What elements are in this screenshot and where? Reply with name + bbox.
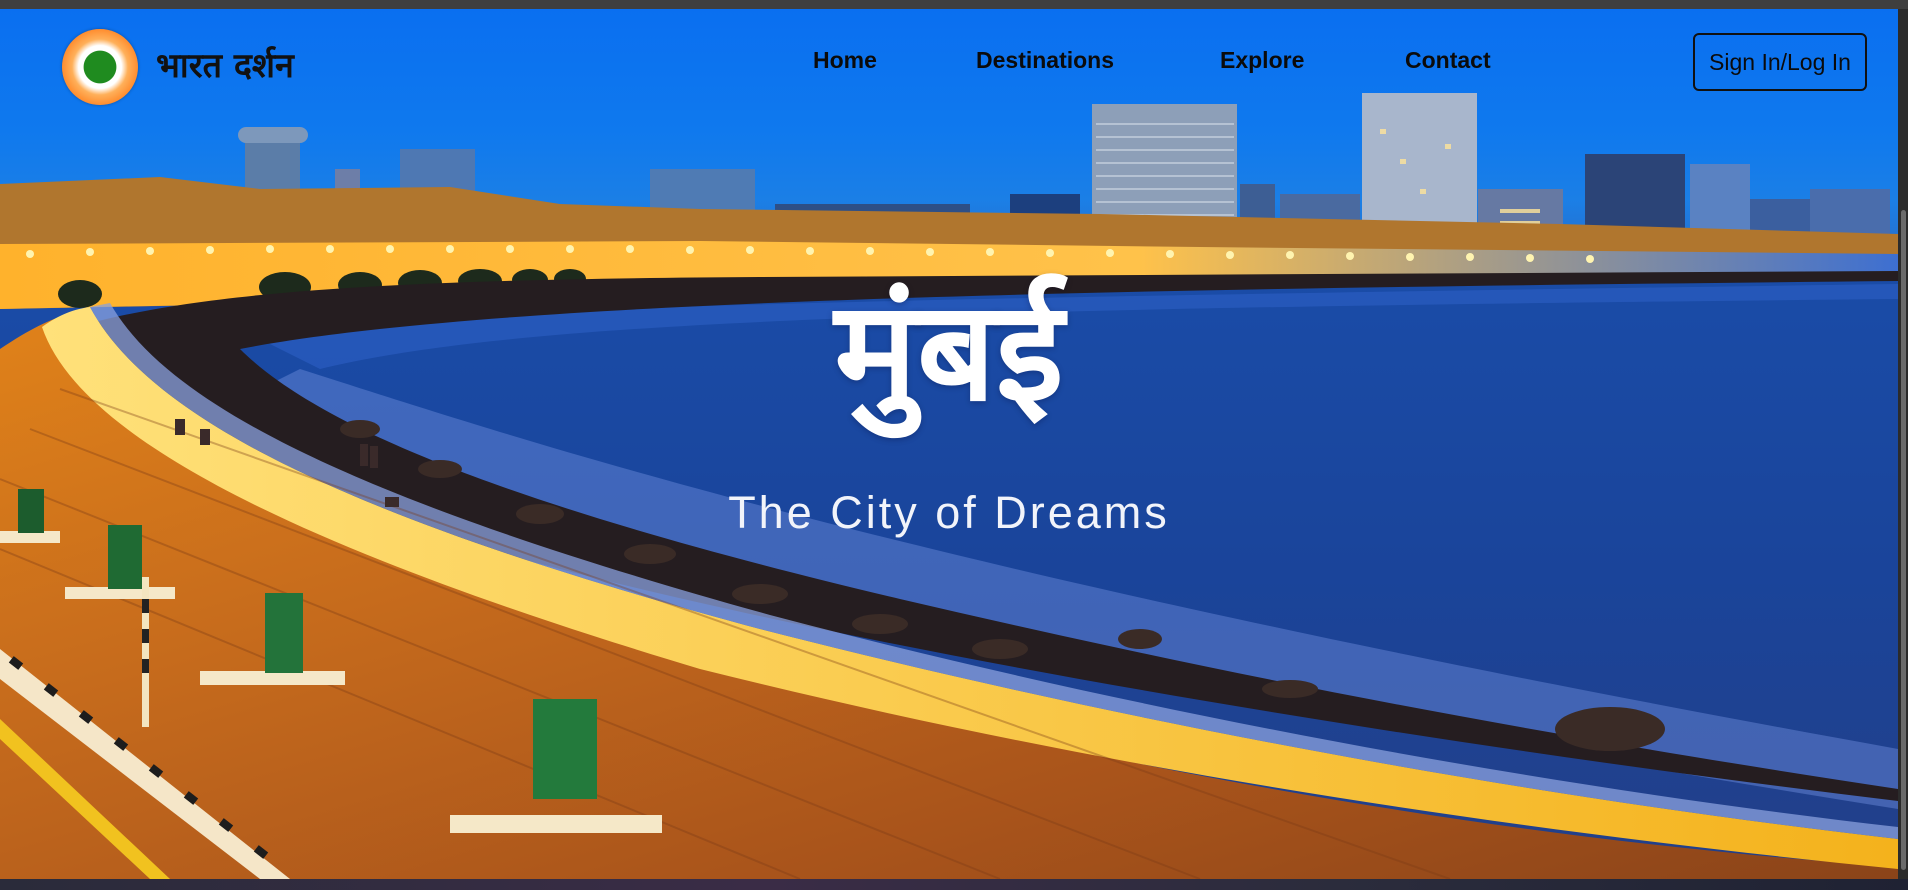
nav-link-contact[interactable]: Contact <box>1405 47 1491 74</box>
window-bottom-edge <box>0 879 1908 890</box>
hero-background-image <box>0 93 1898 879</box>
hero-section <box>0 9 1898 879</box>
nav-link-explore[interactable]: Explore <box>1220 47 1304 74</box>
tricolor-circle-logo-icon[interactable] <box>62 29 138 105</box>
hero-title: मुंबई <box>834 271 1064 432</box>
window-top-edge <box>0 0 1908 9</box>
hero-subtitle: The City of Dreams <box>728 487 1170 538</box>
nav-link-home[interactable]: Home <box>813 47 877 74</box>
brand-name[interactable]: भारत दर्शन <box>156 41 294 87</box>
scrollbar-thumb[interactable] <box>1901 210 1906 870</box>
sign-in-button[interactable]: Sign In/Log In <box>1693 33 1867 91</box>
nav-link-destinations[interactable]: Destinations <box>976 47 1114 74</box>
top-navbar: भारत दर्शन Home Destinations Explore Con… <box>0 9 1898 119</box>
